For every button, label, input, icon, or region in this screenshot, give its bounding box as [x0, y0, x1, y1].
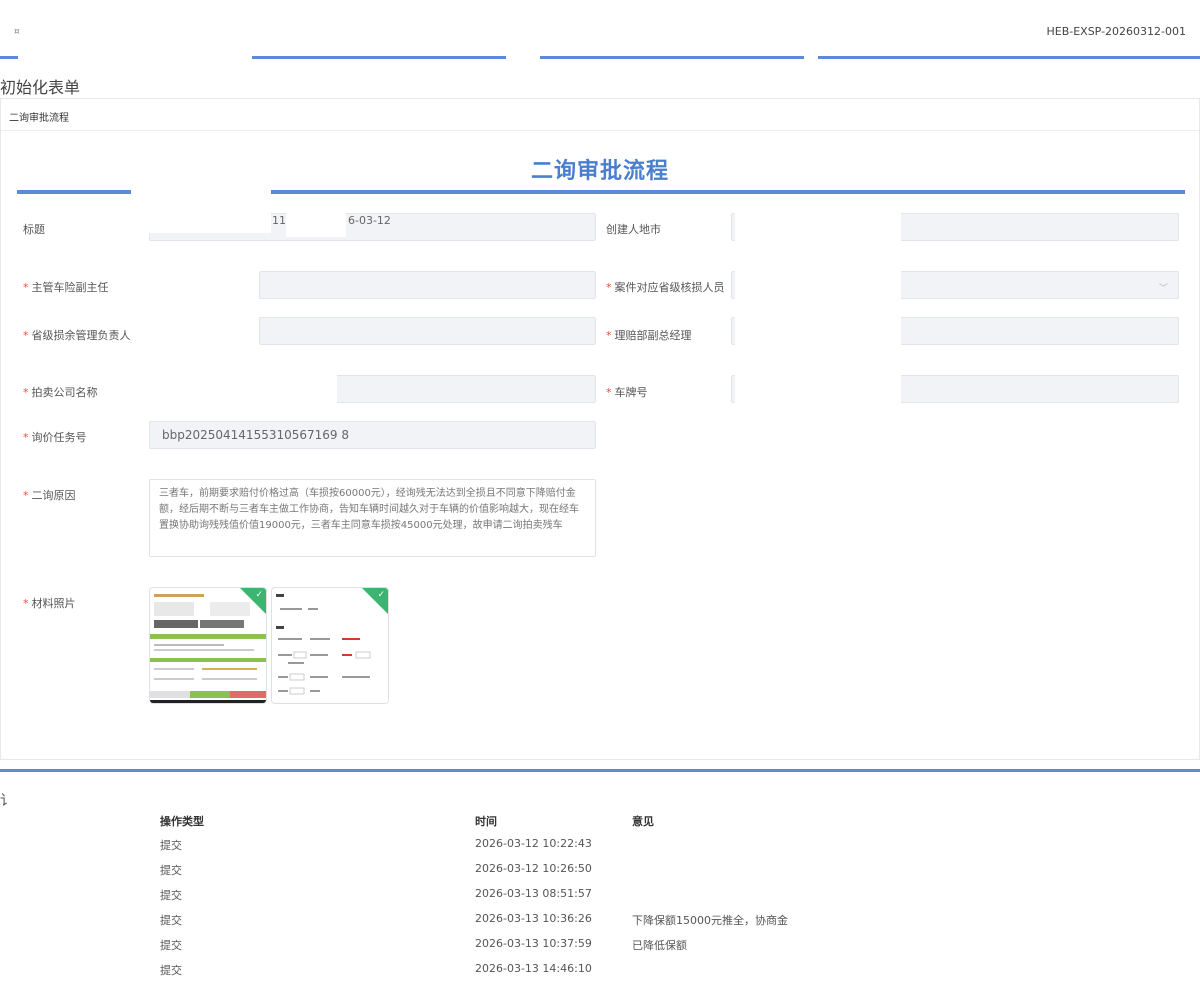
second-reason-text: 三者车，前期要求赔付价格过高（车损按60000元），经询残无法达到全损且不同意下…: [159, 488, 579, 531]
log-section-title-fragment: 讠: [0, 793, 14, 809]
inquiry-task-field[interactable]: bbp20250414155310567169 8: [149, 421, 596, 449]
redaction: [735, 211, 901, 243]
redaction: [735, 269, 901, 301]
form-card: 二询审批流程 二询审批流程 标题 11 6-03-12 创建人地市 * 主管车险副…: [0, 98, 1200, 760]
title-value-part: 11: [272, 214, 286, 227]
document-number: HEB-EXSP-20260312-001: [1046, 25, 1186, 38]
title-underline: [17, 190, 131, 194]
creator-city-label: 创建人地市: [606, 223, 661, 236]
title-label: 标题: [23, 223, 45, 236]
title-value-part: 6-03-12: [348, 214, 391, 227]
redaction: [286, 213, 346, 237]
top-divider: [0, 56, 18, 59]
log-type: 提交: [160, 939, 182, 952]
second-reason-label: * 二询原因: [23, 489, 76, 502]
top-divider: [252, 56, 506, 59]
log-column-header: 意见: [632, 815, 654, 828]
inquiry-task-label: * 询价任务号: [23, 431, 87, 444]
log-opinion: 已降低保额: [632, 939, 687, 952]
log-column-header: 操作类型: [160, 815, 204, 828]
log-type: 提交: [160, 914, 182, 927]
log-type: 提交: [160, 839, 182, 852]
redaction: [735, 373, 901, 405]
log-type: 提交: [160, 964, 182, 977]
check-icon: ✓: [255, 590, 263, 600]
form-title: 二询审批流程: [530, 159, 669, 184]
check-icon: ✓: [377, 590, 385, 600]
card-tab[interactable]: 二询审批流程: [1, 99, 1199, 131]
log-type: 提交: [160, 864, 182, 877]
photo-thumbnail[interactable]: ✓: [149, 587, 267, 704]
redaction: [149, 373, 337, 405]
log-time: 2026-03-13 10:37:59: [475, 937, 592, 950]
log-time: 2026-03-13 08:51:57: [475, 887, 592, 900]
claims-deputy-label: * 理赔部副总经理: [606, 329, 692, 342]
redaction: [149, 213, 271, 233]
top-bar: ¤ HEB-EXSP-20260312-001: [0, 0, 1200, 60]
province-manager-label: * 省级损余管理负责人: [23, 329, 131, 342]
section-title: 初始化表单: [0, 78, 81, 97]
redaction: [735, 315, 901, 347]
photo-thumbnail[interactable]: ✓: [271, 587, 389, 704]
section-divider: [0, 769, 1200, 772]
supervisor-field[interactable]: [259, 271, 596, 299]
auction-company-label: * 拍卖公司名称: [23, 386, 98, 399]
top-divider: [540, 56, 804, 59]
province-manager-field[interactable]: [259, 317, 596, 345]
log-time: 2026-03-13 10:36:26: [475, 912, 592, 925]
log-type: 提交: [160, 889, 182, 902]
photos-label: * 材料照片: [23, 597, 76, 610]
top-divider: [818, 56, 1200, 59]
supervisor-label: * 主管车险副主任: [23, 281, 109, 294]
log-column-header: 时间: [475, 815, 497, 828]
second-reason-textarea[interactable]: 三者车，前期要求赔付价格过高（车损按60000元），经询残无法达到全损且不同意下…: [149, 479, 596, 557]
inquiry-task-value: bbp20250414155310567169 8: [162, 428, 349, 442]
title-underline: [271, 190, 1185, 194]
province-reviewer-label: * 案件对应省级核损人员: [606, 281, 725, 294]
top-left-glyph: ¤: [14, 27, 20, 37]
log-time: 2026-03-13 14:46:10: [475, 962, 592, 975]
chevron-down-icon: ﹀: [1158, 284, 1168, 294]
plate-label: * 车牌号: [606, 386, 648, 399]
log-time: 2026-03-12 10:22:43: [475, 837, 592, 850]
log-opinion: 下降保额15000元推全，协商金: [632, 914, 788, 927]
log-time: 2026-03-12 10:26:50: [475, 862, 592, 875]
